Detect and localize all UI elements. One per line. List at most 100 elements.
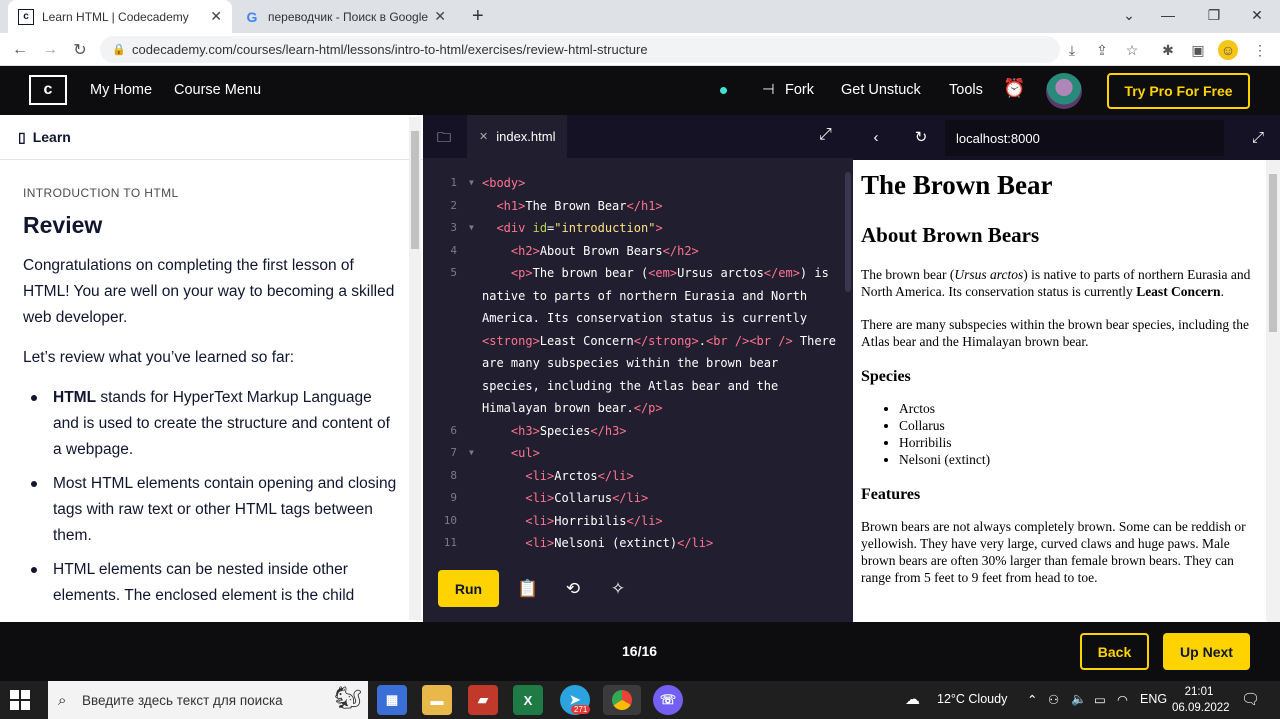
close-window-icon[interactable]: ✕ [1234,0,1280,30]
list-item: Collarus [899,417,1257,434]
profile-avatar-icon[interactable]: ☺ [1218,40,1238,60]
bookmark-star-icon[interactable]: ☆ [1122,40,1142,60]
code-line: 6 <h3>Species</h3> [450,423,627,438]
code-line: America. Its conservation status is curr… [482,311,808,325]
presentation-app-icon[interactable]: ▰ [468,685,498,715]
google-favicon-icon: G [246,8,258,25]
people-icon[interactable]: ⚇ [1048,692,1059,707]
my-home-link[interactable]: My Home [90,82,152,98]
code-line: 7 ▼ <ul> [450,446,540,460]
menu-kebab-icon[interactable]: ⋮ [1250,40,1270,60]
fork-icon[interactable]: ⊣ [762,82,775,98]
code-line: 3 ▼ <div id="introduction"> [450,221,663,235]
codecademy-logo[interactable]: c [29,75,67,105]
reload-icon[interactable]: ↻ [69,39,91,61]
cloud-weather-icon[interactable]: ☁ [905,690,920,708]
tray-chevron-icon[interactable]: ⌃ [1027,692,1037,707]
magic-wand-icon[interactable]: ✧ [606,577,630,601]
list-item: Horribilis [899,434,1257,451]
close-file-icon[interactable]: ✕ [479,130,488,143]
preview-scrollbar[interactable] [1266,160,1280,622]
browser-preview: ‹ ↻ localhost:8000 ⤢ The Brown Bear Abou… [853,115,1280,622]
new-tab-button[interactable]: + [462,0,492,33]
folder-icon[interactable]: 🗀 [437,127,451,151]
course-menu-link[interactable]: Course Menu [174,82,261,98]
code-line: are many subspecies within the brown bea… [482,356,779,370]
tools-button[interactable]: Tools [949,82,983,98]
viber-app-icon[interactable]: ☏ [653,685,683,715]
scroll-thumb[interactable] [411,131,419,249]
back-button[interactable]: Back [1080,633,1149,670]
preview-paragraph: Brown bears are not always completely br… [861,519,1246,585]
scroll-thumb[interactable] [1269,174,1277,332]
preview-h3-species: Species [861,368,911,385]
get-unstuck-button[interactable]: Get Unstuck [841,82,921,98]
run-button[interactable]: Run [438,570,499,607]
code-area[interactable]: 1 ▼ <body> 2 <h1>The Brown Bear</h1> 3 ▼ <d… [423,172,843,552]
battery-icon[interactable]: ▭ [1094,692,1106,707]
side-panel-icon[interactable]: ▣ [1188,40,1208,60]
code-line: 5 <p>The brown bear (<em>Ursus arctos</e… [450,266,829,280]
list-item: Arctos [899,400,1257,417]
preview-back-icon[interactable]: ‹ [866,127,886,147]
chrome-app-icon[interactable] [603,685,641,715]
code-line: 8 <li>Arctos</li> [450,468,634,483]
tab-google[interactable]: G переводчик - Поиск в Google ✕ [234,0,456,33]
minimize-icon[interactable]: — [1145,0,1191,30]
preview-refresh-icon[interactable]: ↻ [911,127,931,147]
tab-codecademy[interactable]: c Learn HTML | Codecademy ✕ [8,0,232,33]
preview-url-field[interactable]: localhost:8000 [945,120,1224,156]
up-next-button[interactable]: Up Next [1163,633,1250,670]
preview-h3-features: Features [861,486,921,503]
install-icon[interactable]: ⤓ [1062,40,1082,60]
editor-scrollbar[interactable] [845,172,851,292]
wifi-icon[interactable]: ◠ [1117,692,1128,707]
list-item: Nelsoni (extinct) [899,451,1257,468]
close-tab-icon[interactable]: ✕ [434,8,446,25]
tab-title: переводчик - Поиск в Google [268,9,429,24]
editor-toolbar: Run 📋 ⟲ ✧ [423,555,853,622]
expand-icon[interactable]: ⤢ [819,126,832,144]
forward-arrow-icon[interactable]: → [39,39,61,61]
telegram-badge: 271 [571,705,591,714]
restore-icon[interactable]: ❐ [1191,0,1237,30]
preview-h1: The Brown Bear [861,170,1053,200]
file-tab-index-html[interactable]: ✕ index.html [467,115,568,158]
preview-expand-icon[interactable]: ⤢ [1248,127,1268,147]
fork-button[interactable]: Fork [785,82,814,98]
exercise-progress: 16/16 [622,643,658,659]
file-explorer-icon[interactable]: ▬ [422,685,452,715]
taskbar-search-input[interactable]: ⌕ Введите здесь текст для поиска 🐿 [48,681,368,719]
weather-text[interactable]: 12°C Cloudy [937,692,1007,706]
lesson-title: Review [23,212,103,238]
try-pro-button[interactable]: Try Pro For Free [1107,73,1250,109]
lesson-panel-header: ▯ Learn [0,115,423,160]
share-icon[interactable]: ⇪ [1092,40,1112,60]
user-avatar[interactable] [1046,73,1082,109]
url-field[interactable]: 🔒 codecademy.com/courses/learn-html/less… [100,36,1060,63]
input-language[interactable]: ENG [1140,692,1167,706]
clock-date: 06.09.2022 [1172,702,1230,714]
code-editor: 🗀 ✕ index.html ⤢ 1 ▼ <body> 2 <h1>The Brow… [423,115,853,622]
codecademy-header: c My Home Course Menu ⊣ Fork Get Unstuck… [0,66,1280,115]
search-placeholder: Введите здесь текст для поиска [82,692,283,708]
alarm-clock-icon[interactable]: ⏰ [1003,78,1025,99]
clipboard-icon[interactable]: 📋 [516,577,540,601]
excel-app-icon[interactable]: X [513,685,543,715]
volume-icon[interactable]: 🔈 [1071,692,1087,707]
list-item: HTML stands for HyperText Markup Languag… [23,385,399,463]
store-app-icon[interactable]: ▦ [377,685,407,715]
windows-start-icon[interactable] [10,690,30,710]
taskbar-clock[interactable]: 21:01 06.09.2022 [1172,684,1230,716]
bullet-bold-term: HTML [53,389,97,406]
close-tab-icon[interactable]: ✕ [210,8,222,25]
code-line: 9 <li>Collarus</li> [450,491,649,505]
back-arrow-icon[interactable]: ← [9,39,31,61]
notifications-icon[interactable]: 🗨 [1241,690,1260,708]
address-bar-row: ← → ↻ 🔒 codecademy.com/courses/learn-htm… [0,33,1280,66]
lesson-scrollbar[interactable] [409,117,421,620]
preview-document: The Brown Bear About Brown Bears The bro… [853,160,1265,622]
extensions-puzzle-icon[interactable]: ✱ [1158,40,1178,60]
reset-code-icon[interactable]: ⟲ [561,577,585,601]
tab-title: Learn HTML | Codecademy [42,9,189,24]
